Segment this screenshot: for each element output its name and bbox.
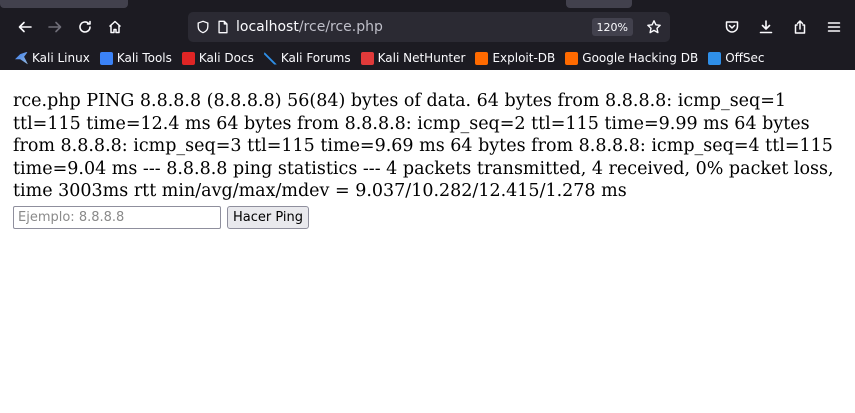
url-text[interactable]: localhost/rce/rce.php	[236, 19, 383, 35]
ping-form: Hacer Ping	[13, 205, 842, 229]
bookmark-label: Kali NetHunter	[377, 51, 466, 65]
ghdb-icon	[565, 51, 579, 65]
bookmark-label: Google Hacking DB	[582, 51, 699, 65]
hamburger-menu-icon	[827, 22, 841, 32]
page-content: rce.php PING 8.8.8.8 (8.8.8.8) 56(84) by…	[0, 85, 855, 413]
pocket-button[interactable]	[715, 12, 749, 42]
zoom-level-badge[interactable]: 120%	[591, 18, 633, 36]
kali-tools-icon	[99, 51, 113, 65]
reload-button[interactable]	[70, 12, 100, 42]
browser-chrome: localhost/rce/rce.php 120% Kali Linux Ka…	[0, 0, 855, 70]
share-icon	[794, 20, 806, 34]
bookmark-kali-tools[interactable]: Kali Tools	[99, 51, 172, 65]
arrow-right-icon	[48, 21, 62, 33]
kali-forums-icon	[263, 51, 277, 65]
ping-button[interactable]: Hacer Ping	[227, 205, 310, 229]
toolbar-right	[715, 12, 851, 42]
bookmark-label: Kali Linux	[32, 51, 90, 65]
kali-docs-icon	[181, 51, 195, 65]
page-info-icon[interactable]	[216, 20, 230, 34]
bookmark-kali-docs[interactable]: Kali Docs	[181, 51, 254, 65]
bookmark-kali-forums[interactable]: Kali Forums	[263, 51, 351, 65]
reload-icon	[79, 20, 91, 33]
address-bar[interactable]: localhost/rce/rce.php 120%	[188, 12, 670, 42]
downloads-button[interactable]	[749, 12, 783, 42]
bookmark-label: Exploit-DB	[492, 51, 556, 65]
forward-button[interactable]	[40, 12, 70, 42]
bookmark-star-button[interactable]	[645, 18, 663, 36]
bookmark-kali-nethunter[interactable]: Kali NetHunter	[360, 51, 466, 65]
bookmark-exploit-db[interactable]: Exploit-DB	[475, 51, 555, 65]
bookmark-google-hacking-db[interactable]: Google Hacking DB	[565, 51, 698, 65]
share-button[interactable]	[783, 12, 817, 42]
bookmarks-toolbar: Kali Linux Kali Tools Kali Docs Kali For…	[0, 46, 855, 70]
tab-strip	[0, 0, 855, 8]
pocket-icon	[725, 21, 739, 33]
home-button[interactable]	[100, 12, 130, 42]
shield-icon[interactable]	[196, 20, 210, 34]
star-icon	[647, 20, 661, 34]
menu-button[interactable]	[817, 12, 851, 42]
bookmark-label: Kali Docs	[198, 51, 254, 65]
ip-address-input[interactable]	[13, 205, 221, 229]
exploit-db-icon	[475, 51, 489, 65]
navigation-toolbar: localhost/rce/rce.php 120%	[0, 8, 855, 46]
bookmark-label: Kali Tools	[116, 51, 172, 65]
download-icon	[759, 20, 773, 34]
bookmark-offsec[interactable]: OffSec	[708, 51, 765, 65]
tab-inactive[interactable]	[566, 0, 632, 8]
bookmark-kali-linux[interactable]: Kali Linux	[15, 51, 90, 65]
back-button[interactable]	[10, 12, 40, 42]
url-path: /rce/rce.php	[298, 19, 383, 35]
arrow-left-icon	[18, 21, 32, 33]
url-host: localhost	[236, 19, 299, 35]
ping-output-text: rce.php PING 8.8.8.8 (8.8.8.8) 56(84) by…	[13, 91, 834, 201]
bookmark-label: Kali Forums	[280, 51, 351, 65]
kali-dragon-icon	[15, 51, 28, 65]
home-icon	[108, 20, 122, 34]
tab-active[interactable]	[0, 0, 128, 8]
bookmark-label: OffSec	[725, 51, 765, 65]
offsec-icon	[708, 51, 722, 65]
kali-nethunter-icon	[360, 51, 374, 65]
